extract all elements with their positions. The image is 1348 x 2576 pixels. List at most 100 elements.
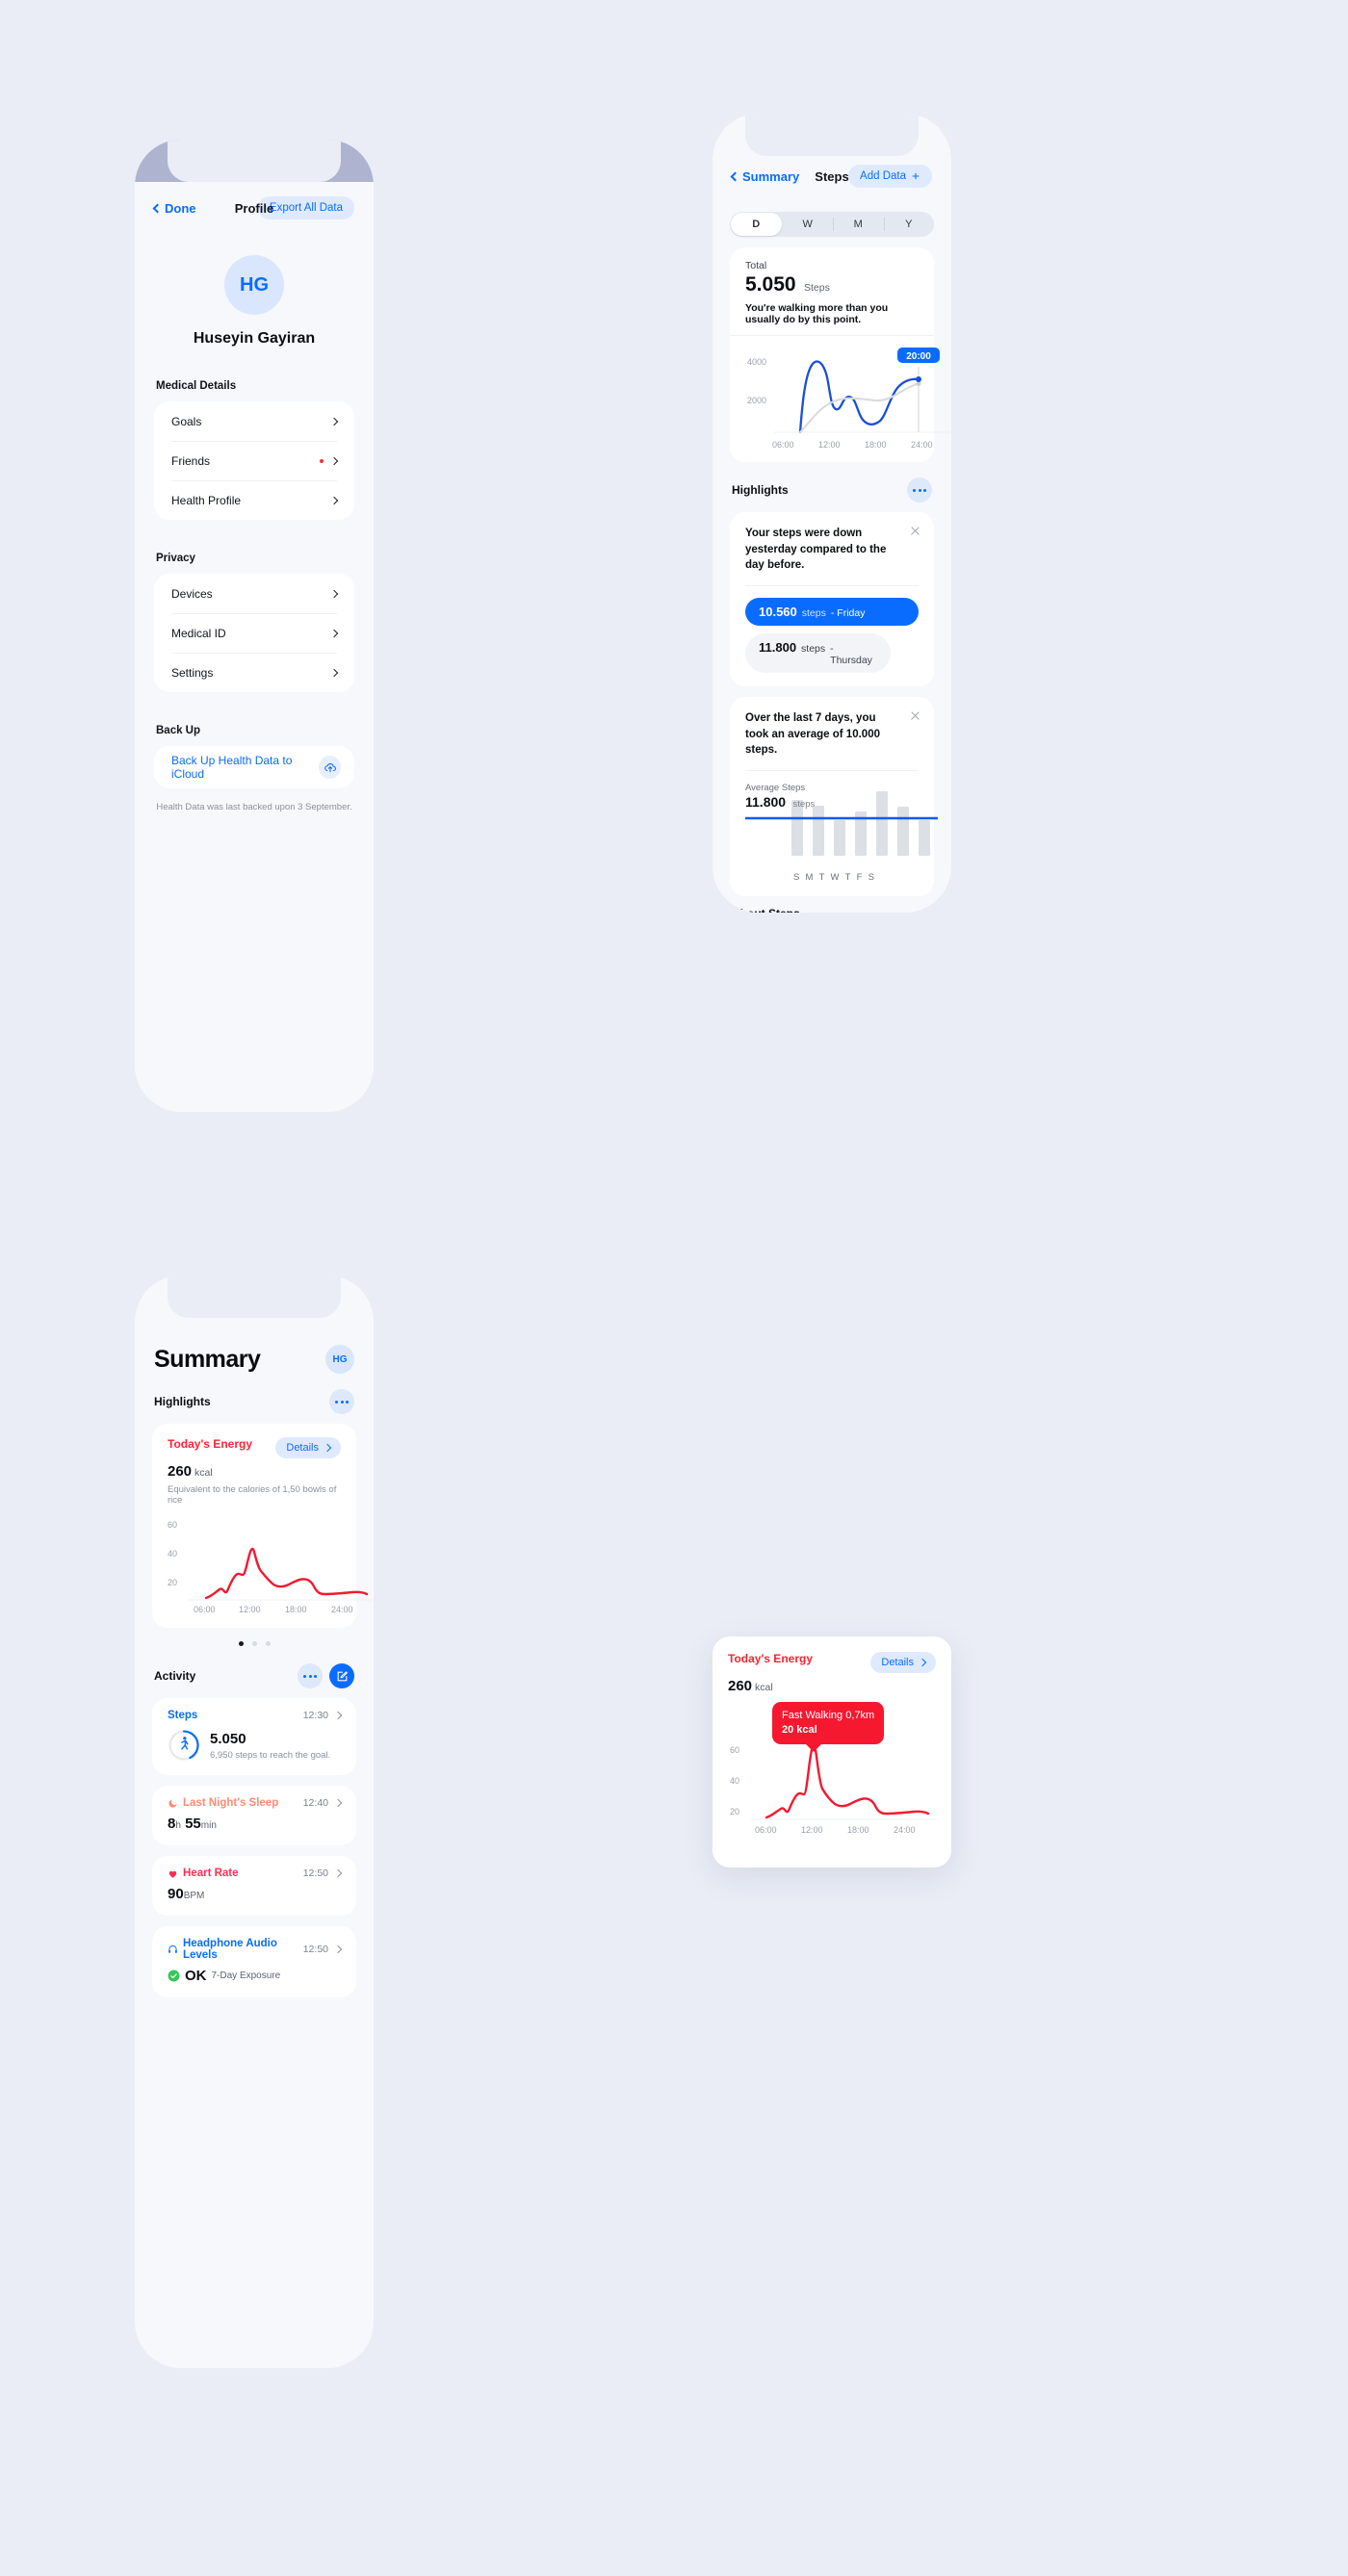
dot-icon[interactable] <box>265 1641 271 1646</box>
list-item-label: Health Profile <box>171 493 242 507</box>
segment-month[interactable]: M <box>833 212 884 237</box>
row-title-label: Headphone Audio Levels <box>182 1938 277 1961</box>
average-value: 11.800 <box>745 794 787 811</box>
dot-icon <box>918 488 921 492</box>
row-values: 5.050 6,950 steps to reach the goal. <box>210 1731 330 1761</box>
energy-unit: kcal <box>755 1682 773 1693</box>
time-range-segmented-control[interactable]: D W M Y <box>730 212 934 237</box>
svg-text:12:00: 12:00 <box>818 440 841 450</box>
details-button[interactable]: Details <box>870 1652 936 1673</box>
highlights-header: Highlights <box>713 477 951 502</box>
total-label: Total <box>745 260 767 271</box>
dot-icon <box>346 1400 349 1404</box>
section-heading-backup: Back Up <box>156 725 201 736</box>
bar-day: - Thursday <box>830 643 872 667</box>
weekly-bar-chart: Average Steps 11.800 steps S M T W T F S <box>745 783 938 883</box>
activity-row-headphone-audio[interactable]: Headphone Audio Levels 12:50 OK 7-Day Exp… <box>152 1926 356 1997</box>
segment-year[interactable]: Y <box>883 212 935 237</box>
svg-text:24:00: 24:00 <box>911 440 933 450</box>
dot-icon <box>308 1674 312 1678</box>
chevron-right-icon <box>918 1658 927 1667</box>
tooltip-line-2: 20 kcal <box>782 1723 817 1736</box>
row-title-label: Heart Rate <box>183 1868 239 1879</box>
list-item-health-profile[interactable]: Health Profile <box>154 480 354 520</box>
svg-text:20: 20 <box>730 1807 739 1816</box>
dot-icon <box>923 488 926 492</box>
list-item-devices[interactable]: Devices <box>154 574 354 613</box>
axis-tick: F <box>856 872 863 884</box>
activity-more-button[interactable] <box>298 1663 323 1688</box>
row-value: 90BPM <box>168 1886 341 1902</box>
svg-text:18:00: 18:00 <box>847 1825 869 1835</box>
segment-week[interactable]: W <box>783 212 834 237</box>
avatar[interactable]: HG <box>325 1345 354 1374</box>
chevron-right-icon <box>333 1798 343 1808</box>
steps-navbar: Summary Steps Add Data <box>713 150 951 202</box>
energy-value-row: 260 kcal <box>728 1678 936 1694</box>
activity-edit-button[interactable] <box>329 1663 354 1688</box>
divider <box>730 335 934 336</box>
todays-energy-card: Today's Energy Details 260 kcal Equivalen… <box>152 1424 372 1628</box>
page-title: Profile <box>234 200 274 216</box>
segment-day[interactable]: D <box>731 213 782 236</box>
divider <box>745 585 919 587</box>
carousel-dots[interactable] <box>135 1641 374 1646</box>
row-header: Heart Rate 12:50 <box>168 1868 343 1879</box>
list-item-label: Medical ID <box>171 626 226 640</box>
list-item-settings[interactable]: Settings <box>154 653 354 692</box>
energy-tooltip: Fast Walking 0,7km 20 kcal <box>772 1702 885 1752</box>
svg-text:06:00: 06:00 <box>772 440 794 450</box>
dot-icon[interactable] <box>238 1641 244 1646</box>
edit-icon <box>337 1670 348 1681</box>
chevron-right-icon <box>333 1711 343 1720</box>
list-item-friends[interactable]: Friends <box>154 441 354 480</box>
list-item-goals[interactable]: Goals <box>154 401 354 441</box>
avatar: HG <box>224 255 284 315</box>
highlights-more-button[interactable] <box>329 1389 354 1414</box>
list-item-label: Devices <box>171 586 213 601</box>
row-title-label: Last Night's Sleep <box>183 1797 279 1809</box>
check-circle-icon <box>168 1970 180 1982</box>
tooltip-bubble: Fast Walking 0,7km 20 kcal <box>772 1702 885 1752</box>
done-label: Done <box>165 200 196 216</box>
highlight-text: Your steps were down yesterday compared … <box>745 528 887 572</box>
comparison-bar-thursday: 11.800 steps - Thursday <box>745 633 892 674</box>
sleep-hours-unit: h <box>175 1820 181 1831</box>
svg-text:2000: 2000 <box>747 396 766 405</box>
average-labels: Average Steps 11.800 steps <box>745 783 815 811</box>
steps-screen: Summary Steps Add Data D W M Y Total 5.0… <box>713 150 951 913</box>
chevron-right-icon <box>329 629 339 637</box>
details-button[interactable]: Details <box>275 1437 341 1458</box>
weekday-axis: S M T W T F S <box>745 872 919 883</box>
highlights-more-button[interactable] <box>907 477 932 502</box>
backup-to-icloud-button[interactable]: Back Up Health Data to iCloud <box>154 746 354 788</box>
sleep-minutes-unit: min <box>200 1820 217 1831</box>
close-icon[interactable] <box>910 526 920 536</box>
add-data-button[interactable]: Add Data <box>848 165 932 188</box>
svg-text:06:00: 06:00 <box>194 1605 216 1614</box>
row-header: Last Night's Sleep 12:40 <box>168 1797 343 1809</box>
steps-line-chart: 4000 2000 20:00 06:00 12:00 18:00 24:00 <box>747 348 951 450</box>
divider <box>745 770 919 772</box>
activity-row-sleep[interactable]: Last Night's Sleep 12:40 8h 55min <box>152 1786 356 1845</box>
close-icon[interactable] <box>910 710 920 721</box>
done-button[interactable]: Done <box>152 200 196 216</box>
back-to-summary-button[interactable]: Summary <box>730 169 799 184</box>
average-value-row: 11.800 steps <box>745 794 815 811</box>
energy-value: 260 <box>168 1463 193 1480</box>
activity-actions <box>298 1663 354 1688</box>
activity-row-heart-rate[interactable]: Heart Rate 12:50 90BPM <box>152 1856 356 1916</box>
moon-icon <box>168 1798 177 1808</box>
activity-row-steps[interactable]: Steps 12:30 5.050 6,950 steps to reach t… <box>152 1698 356 1775</box>
dot-icon[interactable] <box>251 1641 257 1646</box>
highlight-text: Over the last 7 days, you took an averag… <box>745 712 880 757</box>
row-header: Headphone Audio Levels 12:50 <box>168 1938 343 1961</box>
comparison-bar-friday: 10.560 steps - Friday <box>745 598 919 627</box>
chevron-right-icon <box>329 456 339 465</box>
row-title: Last Night's Sleep <box>168 1797 278 1809</box>
row-time: 12:50 <box>303 1944 343 1955</box>
dot-icon <box>335 1400 338 1404</box>
list-item-medical-id[interactable]: Medical ID <box>154 613 354 653</box>
profile-screen: Done Profile Export All Data HG Huseyin … <box>135 182 374 1112</box>
highlights-heading: Highlights <box>154 1395 211 1408</box>
